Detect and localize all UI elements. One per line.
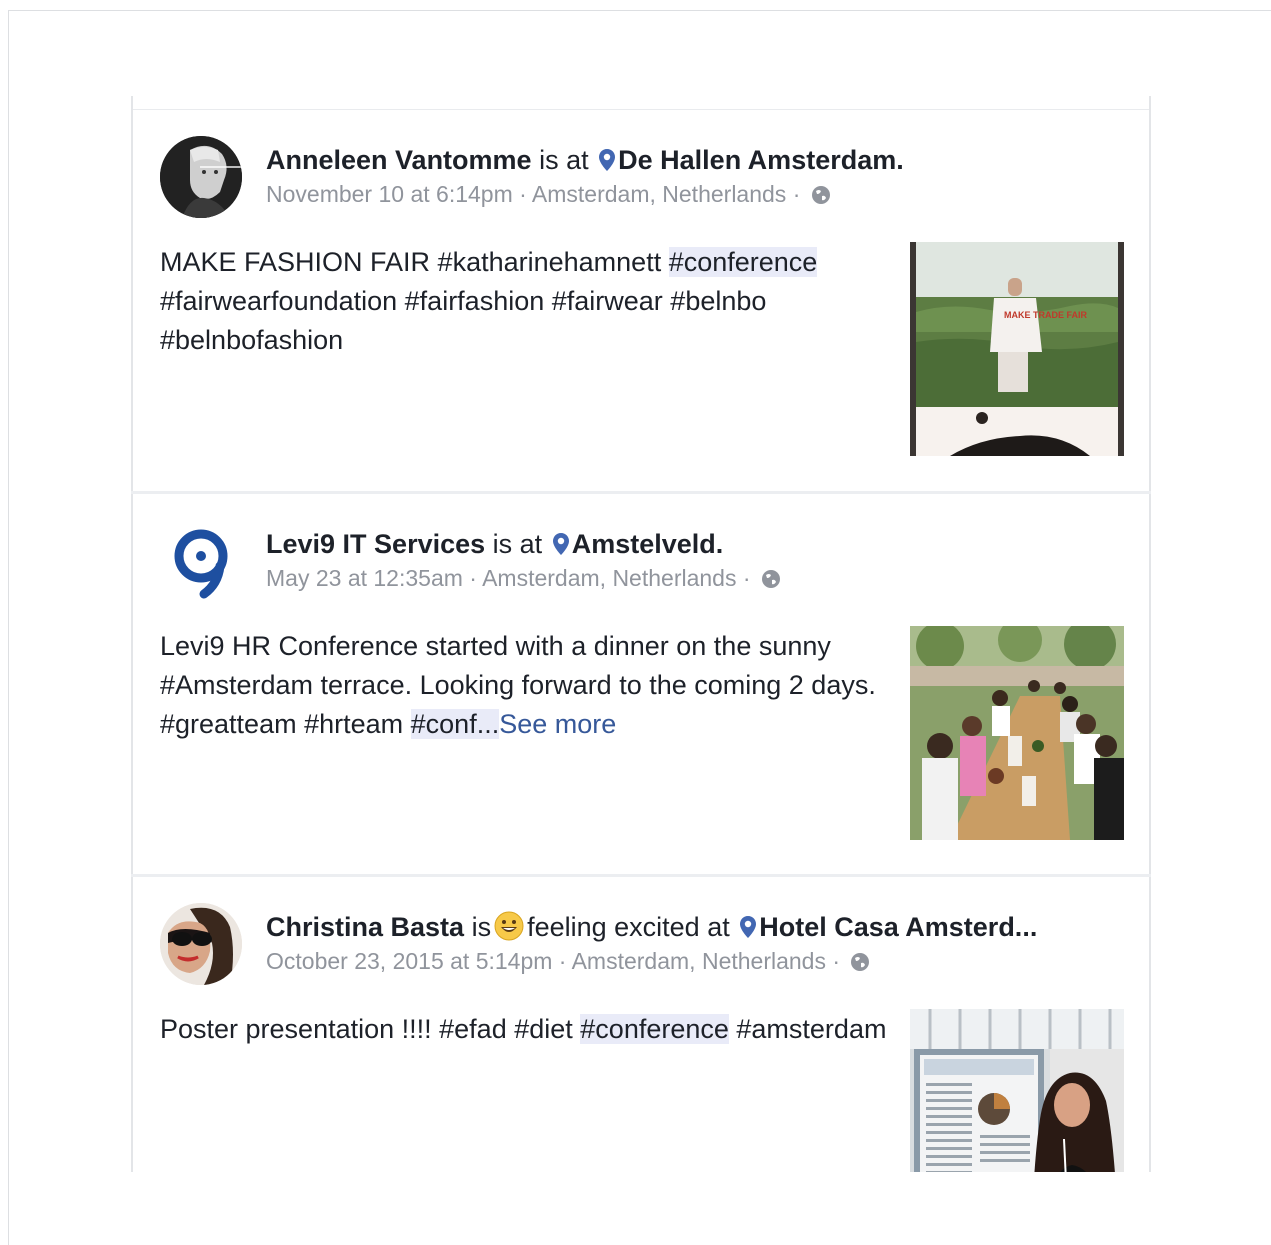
place-name[interactable]: Hotel Casa Amsterd... — [759, 912, 1037, 942]
meta-separator: · — [462, 565, 483, 591]
see-more-link[interactable]: See more — [499, 709, 616, 739]
location-pin-icon — [598, 147, 616, 179]
avatar[interactable] — [160, 520, 242, 602]
author-name[interactable]: Christina Basta — [266, 912, 464, 942]
author-name[interactable]: Levi9 IT Services — [266, 529, 485, 559]
connector-text: is at — [539, 145, 589, 175]
post-date[interactable]: May 23 at 12:35am — [266, 565, 463, 591]
feeling-text: feeling excited at — [527, 912, 730, 942]
post-photo[interactable] — [910, 626, 1124, 840]
smiling-emoji-icon — [494, 911, 524, 948]
post-text: Poster presentation !!!! #efad #diet #co… — [160, 1010, 900, 1049]
post-text-part: #amsterdam — [728, 1014, 887, 1044]
author-name[interactable]: Anneleen Vantomme — [266, 145, 532, 175]
meta-separator: · — [736, 565, 757, 591]
post-location[interactable]: Amsterdam, Netherlands — [532, 181, 786, 207]
post-header: Levi9 IT Services is at Amstelveld. — [266, 528, 723, 563]
connector-text: is — [471, 912, 492, 942]
post-meta: November 10 at 6:14pm · Amsterdam, Nethe… — [266, 180, 831, 211]
globe-icon[interactable] — [811, 183, 831, 211]
meta-separator: · — [825, 948, 847, 974]
place-name[interactable]: Amstelveld. — [572, 529, 724, 559]
post-text: MAKE FASHION FAIR #katharinehamnett #con… — [160, 243, 900, 360]
post-meta: May 23 at 12:35am · Amsterdam, Netherlan… — [266, 564, 781, 595]
news-feed: Anneleen Vantomme is at De Hallen Amster… — [131, 96, 1151, 1172]
meta-separator: · — [512, 181, 532, 207]
connector-text: is at — [492, 529, 543, 559]
post-card: Anneleen Vantomme is at De Hallen Amster… — [131, 110, 1151, 491]
hashtag-highlight[interactable]: #conf... — [410, 709, 500, 739]
meta-separator: · — [552, 948, 572, 974]
globe-icon[interactable] — [850, 950, 870, 978]
post-header: Anneleen Vantomme is at De Hallen Amster… — [266, 144, 904, 179]
post-photo[interactable] — [910, 1009, 1124, 1172]
post-meta: October 23, 2015 at 5:14pm · Amsterdam, … — [266, 947, 870, 978]
hashtag-highlight[interactable]: #conference — [580, 1014, 729, 1044]
post-date[interactable]: October 23, 2015 at 5:14pm — [266, 948, 552, 974]
post-card: Levi9 IT Services is at Amstelveld. May … — [131, 494, 1151, 874]
meta-separator: · — [786, 181, 807, 207]
hashtag-highlight[interactable]: #conference — [668, 247, 818, 277]
avatar[interactable] — [160, 136, 242, 218]
place-name[interactable]: De Hallen Amsterdam. — [618, 145, 904, 175]
location-pin-icon — [739, 914, 757, 946]
avatar[interactable] — [160, 903, 242, 985]
post-card: Christina Basta is feeling excited at Ho… — [131, 877, 1151, 1172]
globe-icon[interactable] — [761, 567, 781, 595]
post-text-part: Poster presentation !!!! #efad #diet — [160, 1014, 581, 1044]
post-location[interactable]: Amsterdam, Netherlands — [482, 565, 736, 591]
feed-top-edge — [131, 96, 1151, 110]
post-text-part: #fairwearfoundation #fairfashion #fairwe… — [160, 286, 767, 355]
post-date[interactable]: November 10 at 6:14pm — [266, 181, 513, 207]
post-location[interactable]: Amsterdam, Netherlands — [572, 948, 826, 974]
location-pin-icon — [552, 531, 570, 563]
post-header: Christina Basta is feeling excited at Ho… — [266, 911, 1037, 948]
post-text: Levi9 HR Conference started with a dinne… — [160, 627, 900, 744]
post-photo[interactable]: MAKE TRADE FAIR — [910, 242, 1124, 456]
photo-text: MAKE TRADE FAIR — [1004, 310, 1088, 320]
post-text-part: MAKE FASHION FAIR #katharinehamnett — [160, 247, 669, 277]
